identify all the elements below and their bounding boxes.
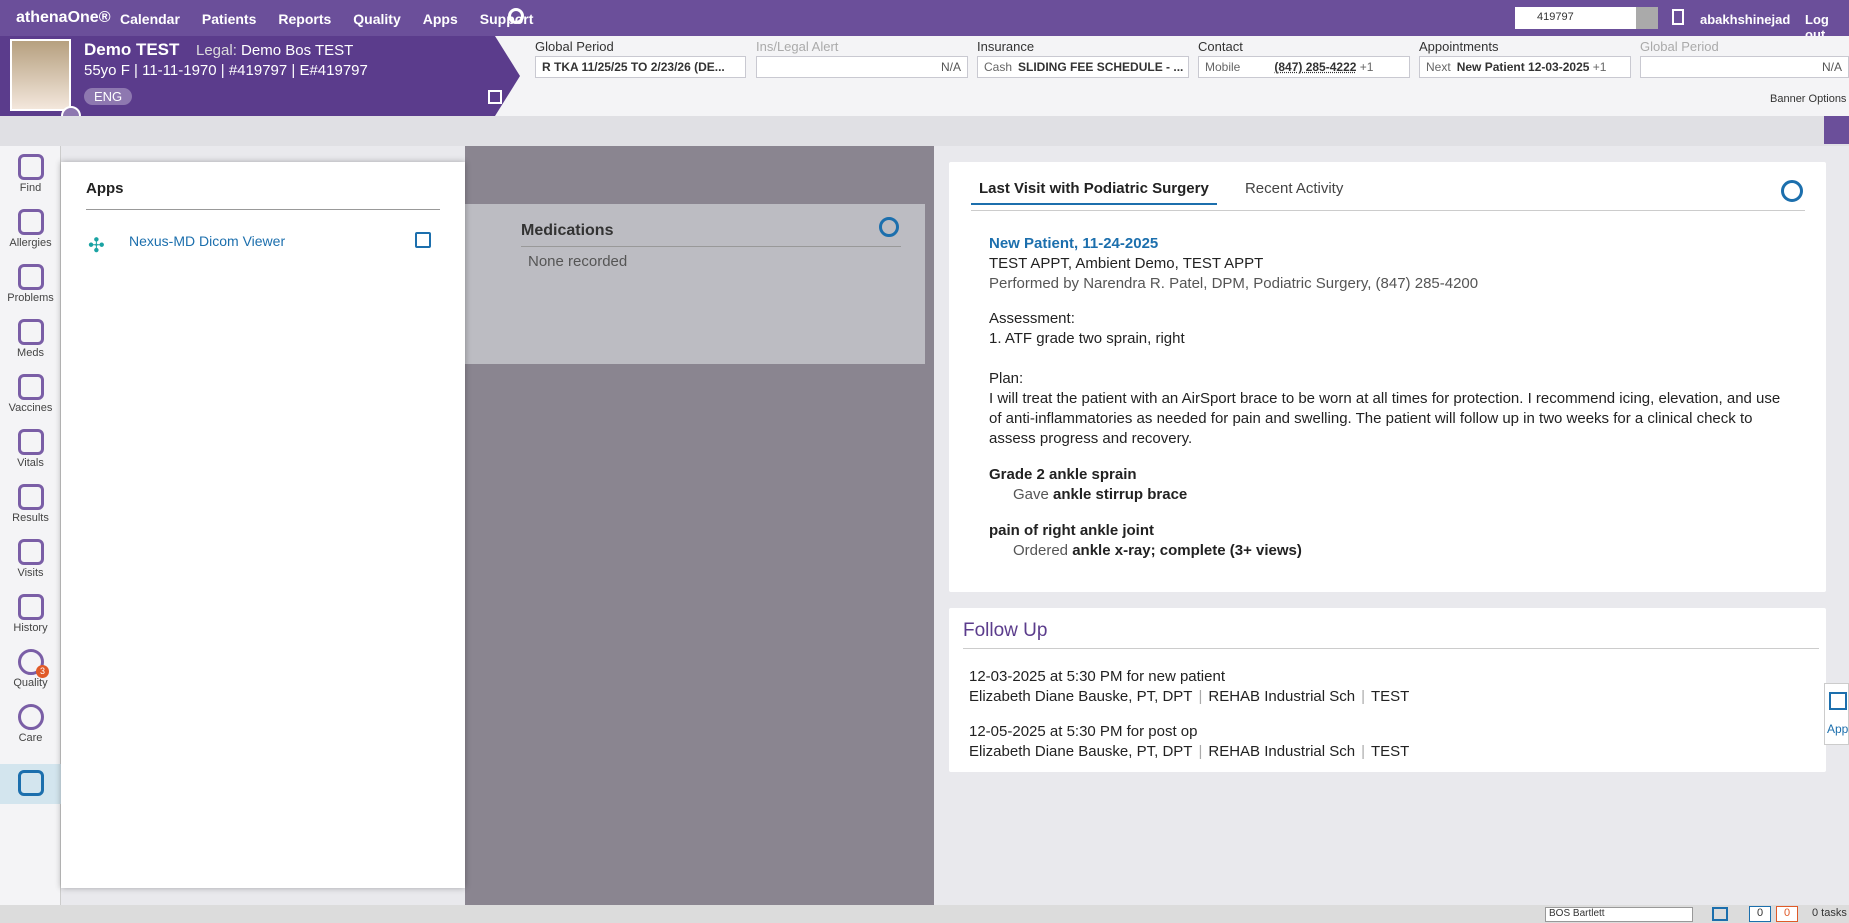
open-external-icon[interactable] xyxy=(415,232,431,248)
settings-gear-icon[interactable] xyxy=(508,8,524,24)
main-menu: Calendar Patients Reports Quality Apps S… xyxy=(120,11,533,27)
sidebar-item-problems[interactable]: Problems xyxy=(0,264,61,304)
magnifier-icon xyxy=(17,154,44,180)
menu-icon[interactable] xyxy=(1824,116,1849,144)
patient-legal-name: Legal: Demo Bos TEST xyxy=(196,42,354,59)
note-icon[interactable] xyxy=(488,90,502,104)
patient-photo[interactable] xyxy=(10,39,71,111)
medications-title: Medications xyxy=(521,222,614,239)
bookmark-icon[interactable] xyxy=(1672,9,1684,25)
sidebar-item-quality[interactable]: Quality 3 xyxy=(0,649,61,689)
sidebar-item-vaccines[interactable]: Vaccines xyxy=(0,374,61,414)
visit-provider: Performed by Narendra R. Patel, DPM, Pod… xyxy=(989,275,1479,292)
plan-label: Plan: xyxy=(989,370,1024,387)
divider xyxy=(86,209,440,210)
grid-icon xyxy=(1829,692,1847,710)
visit-tabs: Last Visit with Podiatric Surgery Recent… xyxy=(971,180,1367,205)
follow-up-card: Follow Up 12-03-2025 at 5:30 PM for new … xyxy=(949,608,1826,772)
quality-badge: 3 xyxy=(36,665,49,678)
last-visit-card: Last Visit with Podiatric Surgery Recent… xyxy=(949,162,1826,592)
patient-demographics: 55yo F | 11-11-1970 | #419797 | E#419797 xyxy=(84,62,368,79)
medications-value: None recorded xyxy=(528,253,628,270)
divider xyxy=(971,210,1805,211)
top-nav: athenaOne® Calendar Patients Reports Qua… xyxy=(0,0,1849,42)
flask-icon xyxy=(17,484,44,510)
follow-up-title: Follow Up xyxy=(963,620,1048,641)
assessment-text: 1. ATF grade two sprain, right xyxy=(989,330,1185,347)
calendar-icon[interactable] xyxy=(1712,907,1728,921)
heart-icon xyxy=(17,429,44,455)
right-pane: Last Visit with Podiatric Surgery Recent… xyxy=(934,146,1849,905)
app-link-nexus-md[interactable]: Nexus-MD Dicom Viewer xyxy=(129,233,285,249)
tasks-count[interactable]: 0 tasks xyxy=(1812,907,1847,919)
assessment-label: Assessment: xyxy=(989,310,1075,327)
tab-last-visit[interactable]: Last Visit with Podiatric Surgery xyxy=(971,180,1217,205)
divider xyxy=(963,648,1819,649)
patient-header: Demo TEST Legal: Demo Bos TEST 55yo F | … xyxy=(0,36,520,116)
apps-panel-title: Apps xyxy=(86,180,124,197)
sidebar-item-results[interactable]: Results xyxy=(0,484,61,524)
apps-side-button[interactable]: App xyxy=(1824,683,1849,745)
search-icon[interactable] xyxy=(1636,7,1658,29)
count-badge-blue[interactable]: 0 xyxy=(1749,906,1771,922)
medical-bag-icon xyxy=(17,539,44,565)
global-period-field[interactable]: Global Period R TKA 11/25/25 TO 2/23/26 … xyxy=(535,36,746,78)
status-bar: BOS Bartlett 0 0 0 tasks xyxy=(0,905,1849,923)
count-badge-orange[interactable]: 0 xyxy=(1776,906,1798,922)
nav-apps[interactable]: Apps xyxy=(423,11,458,27)
athena-logo[interactable]: athenaOne® xyxy=(16,9,110,27)
sidebar-item-meds[interactable]: Meds xyxy=(0,319,61,359)
follow-up-item[interactable]: 12-05-2025 at 5:30 PM for post op Elizab… xyxy=(969,722,1409,762)
hand-icon xyxy=(17,209,44,235)
visit-appointment: TEST APPT, Ambient Demo, TEST APPT xyxy=(989,255,1264,272)
people-icon xyxy=(17,704,44,730)
diagnosis-1: Grade 2 ankle sprain xyxy=(989,466,1137,483)
follow-up-item[interactable]: 12-03-2025 at 5:30 PM for new patient El… xyxy=(969,667,1409,707)
chart-sidebar: Find Allergies Problems Meds Vaccines Vi… xyxy=(0,146,61,905)
sidebar-item-history[interactable]: History xyxy=(0,594,61,634)
sidebar-item-allergies[interactable]: Allergies xyxy=(0,209,61,249)
pill-icon xyxy=(17,319,44,345)
sidebar-item-care[interactable]: Care xyxy=(0,704,61,744)
location-select[interactable]: BOS Bartlett xyxy=(1545,907,1693,922)
appointments-field[interactable]: Appointments Next New Patient 12-03-2025 … xyxy=(1419,36,1631,78)
clipboard-icon xyxy=(17,594,44,620)
username[interactable]: abakhshinejad xyxy=(1700,12,1790,27)
sidebar-item-visits[interactable]: Visits xyxy=(0,539,61,579)
gear-icon[interactable] xyxy=(1781,180,1803,202)
contact-field[interactable]: Contact Mobile (847) 285-4222 +1 xyxy=(1198,36,1410,78)
sidebar-item-find[interactable]: Find xyxy=(0,154,61,194)
tab-recent-activity[interactable]: Recent Activity xyxy=(1245,180,1343,203)
insurance-field[interactable]: Insurance Cash SLIDING FEE SCHEDULE - ... xyxy=(977,36,1189,78)
sidebar-item-vitals[interactable]: Vitals xyxy=(0,429,61,469)
syringe-icon xyxy=(17,374,44,400)
toolbar-strip xyxy=(0,116,1849,146)
nav-reports[interactable]: Reports xyxy=(278,11,331,27)
diagnosis-2: pain of right ankle joint xyxy=(989,522,1154,539)
nav-patients[interactable]: Patients xyxy=(202,11,256,27)
grid-icon xyxy=(17,770,44,796)
banner-options-button[interactable]: Banner Options xyxy=(1770,93,1846,105)
nav-support[interactable]: Support xyxy=(480,11,534,27)
patient-search-input[interactable]: 419797 xyxy=(1515,7,1636,29)
nav-quality[interactable]: Quality xyxy=(353,11,400,27)
global-period-field-2[interactable]: Global Period N/A xyxy=(1640,36,1849,78)
visit-summary: New Patient, 11-24-2025 TEST APPT, Ambie… xyxy=(989,234,1789,561)
gear-icon[interactable] xyxy=(879,217,899,237)
plan-text: I will treat the patient with an AirSpor… xyxy=(989,390,1781,447)
apps-grid-button[interactable] xyxy=(0,764,61,804)
diagnosis-2-action: Ordered ankle x-ray; complete (3+ views) xyxy=(1013,542,1302,559)
patient-name[interactable]: Demo TEST xyxy=(84,40,179,60)
nexus-logo-icon: ✣ xyxy=(88,235,105,257)
divider xyxy=(521,246,901,247)
medications-card: Medications None recorded xyxy=(465,204,925,364)
visit-title-link[interactable]: New Patient, 11-24-2025 xyxy=(989,234,1789,254)
language-badge: ENG xyxy=(84,88,133,105)
bandage-icon xyxy=(17,264,44,290)
diagnosis-1-action: Gave ankle stirrup brace xyxy=(1013,486,1188,503)
ins-legal-alert-field[interactable]: Ins/Legal Alert N/A xyxy=(756,36,968,78)
apps-panel: Apps ✣ Nexus-MD Dicom Viewer xyxy=(61,162,465,888)
nav-calendar[interactable]: Calendar xyxy=(120,11,180,27)
